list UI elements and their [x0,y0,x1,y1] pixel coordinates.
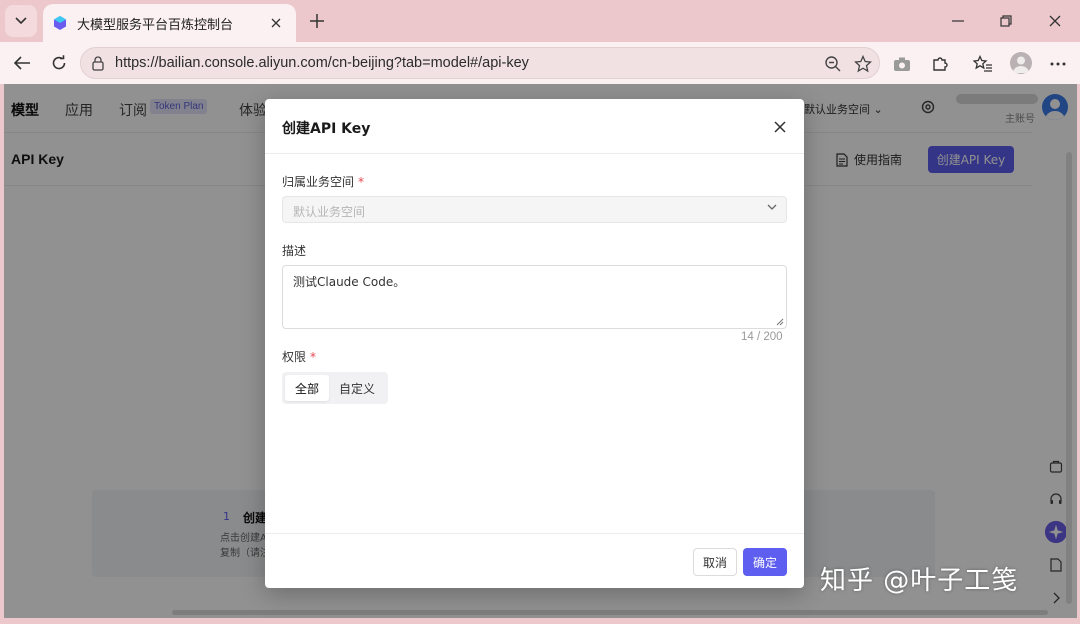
restore-icon[interactable] [984,6,1028,36]
favorite-star-icon[interactable] [852,53,874,75]
browser-toolbar: https://bailian.console.aliyun.com/cn-be… [0,42,1080,84]
url-text[interactable]: https://bailian.console.aliyun.com/cn-be… [115,55,529,71]
bailian-favicon-icon [54,16,66,30]
back-arrow-icon[interactable] [8,49,36,77]
resize-handle-icon[interactable] [776,318,784,326]
close-window-icon[interactable] [1033,6,1077,36]
dialog-footer: 取消 确定 [265,533,804,588]
more-menu-icon[interactable] [1046,52,1070,76]
screenshot-camera-icon[interactable] [890,52,914,76]
cancel-button[interactable]: 取消 [693,548,737,576]
description-field-label: 描述 [282,244,307,258]
minimize-icon[interactable] [936,6,980,36]
dialog-header: 创建API Key [265,99,804,154]
required-asterisk: * [310,350,317,364]
zhihu-watermark: 知乎 @叶子工笺 [820,566,1019,596]
extensions-puzzle-icon[interactable] [928,52,952,76]
description-textarea[interactable]: 测试Claude Code。 [282,265,787,329]
new-tab-plus-icon[interactable] [304,8,330,34]
chevron-down-icon [767,204,777,210]
description-value: 测试Claude Code。 [293,275,406,289]
favorites-list-icon[interactable] [971,52,995,76]
browser-tab-bar: 大模型服务平台百炼控制台 [0,0,1080,42]
permission-option-custom[interactable]: 自定义 [329,375,385,401]
reload-icon[interactable] [45,49,73,77]
workspace-select-value: 默认业务空间 [293,205,366,219]
dialog-title: 创建API Key [282,121,371,137]
lock-icon[interactable] [91,55,105,71]
address-bar[interactable]: https://bailian.console.aliyun.com/cn-be… [80,47,880,79]
create-api-key-dialog: 创建API Key 归属业务空间 * 默认业务空间 描述 测试Claude Cod… [265,99,804,588]
tab-title: 大模型服务平台百炼控制台 [77,17,234,33]
zoom-icon[interactable] [822,53,844,75]
close-icon[interactable] [771,118,789,136]
browser-tab[interactable]: 大模型服务平台百炼控制台 [43,4,296,42]
profile-avatar-icon[interactable] [1010,52,1032,74]
character-count: 14 / 200 [741,331,783,343]
tab-close-icon[interactable] [266,13,286,33]
permission-label-text: 权限 [282,350,307,364]
permission-segmented-control: 全部 自定义 [282,372,389,404]
workspace-select[interactable]: 默认业务空间 [282,196,787,223]
permission-option-all[interactable]: 全部 [285,375,330,401]
tab-list-chevron-down-icon[interactable] [5,5,37,37]
required-asterisk: * [358,175,365,189]
permission-field-label: 权限 * [282,348,316,365]
workspace-label-text: 归属业务空间 [282,175,355,189]
workspace-field-label: 归属业务空间 * [282,173,364,190]
confirm-button[interactable]: 确定 [743,548,787,576]
